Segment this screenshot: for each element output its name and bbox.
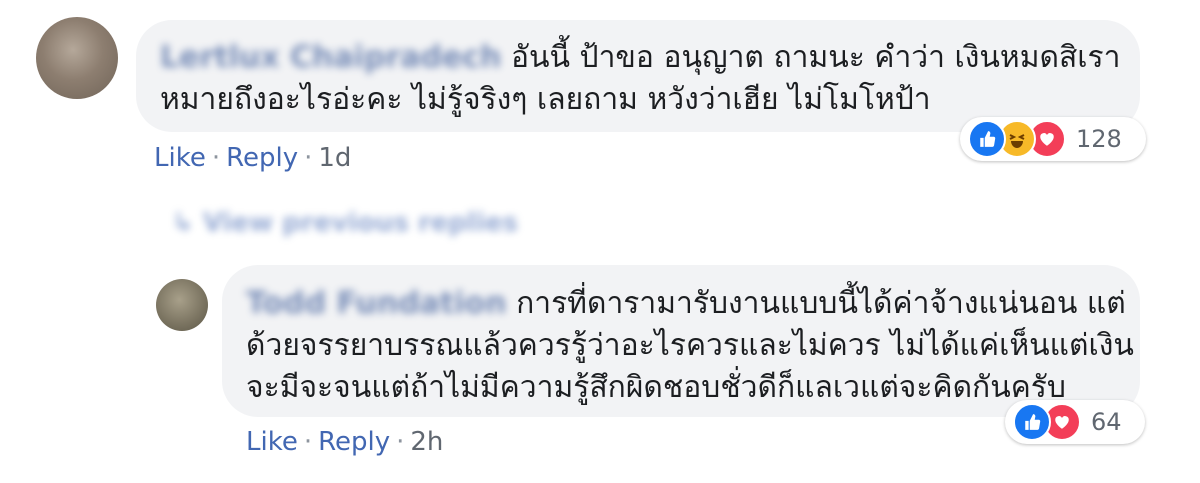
like-icon: [1013, 403, 1051, 441]
reply-actions: Like · Reply · 2h: [246, 425, 443, 459]
avatar[interactable]: [36, 17, 118, 99]
reply-text: จะมีจะจนแต่ถ้าไม่มีความรู้สึกผิดชอบชั่วด…: [246, 370, 1066, 405]
separator: ·: [303, 427, 313, 457]
comment-time[interactable]: 1d: [318, 143, 351, 173]
reply-arrow-icon: ↳: [172, 208, 194, 238]
reaction-summary[interactable]: 128: [960, 117, 1146, 161]
like-button[interactable]: Like: [246, 427, 298, 457]
reply-text: การที่ดารามารับงานแบบนี้ได้ค่าจ้างแน่นอน…: [516, 286, 1126, 321]
reaction-count: 128: [1076, 125, 1122, 153]
comment-actions: Like · Reply · 1d: [154, 141, 351, 175]
reply-text: ด้วยจรรยาบรรณแล้วควรรู้ว่าอะไรควรและไม่ค…: [246, 328, 1134, 363]
comment-line: Lertlux Chaipradech อันนี้ ป้าขอ อนุญาต …: [160, 38, 1121, 78]
separator: ·: [396, 427, 405, 457]
view-previous-replies[interactable]: ↳ View previous replies: [172, 208, 518, 238]
reaction-summary[interactable]: 64: [1005, 400, 1145, 444]
reply-time[interactable]: 2h: [410, 427, 443, 457]
reply-line: Todd Fundation การที่ดารามารับงานแบบนี้ไ…: [246, 284, 1126, 324]
separator: ·: [304, 143, 313, 173]
reply-button[interactable]: Reply: [318, 427, 390, 457]
separator: ·: [211, 143, 221, 173]
like-icon: [968, 120, 1006, 158]
avatar[interactable]: [156, 279, 208, 331]
reply-author[interactable]: Todd Fundation: [246, 286, 507, 321]
comment-author[interactable]: Lertlux Chaipradech: [160, 40, 501, 75]
like-button[interactable]: Like: [154, 143, 206, 173]
comment-text: หมายถึงอะไรอ่ะคะ ไม่รู้จริงๆ เลยถาม หวัง…: [160, 82, 931, 117]
comment-text: อันนี้ ป้าขอ อนุญาต ถามนะ คำว่า เงินหมดส…: [510, 40, 1121, 75]
reply-button[interactable]: Reply: [226, 143, 298, 173]
reaction-count: 64: [1091, 408, 1122, 436]
